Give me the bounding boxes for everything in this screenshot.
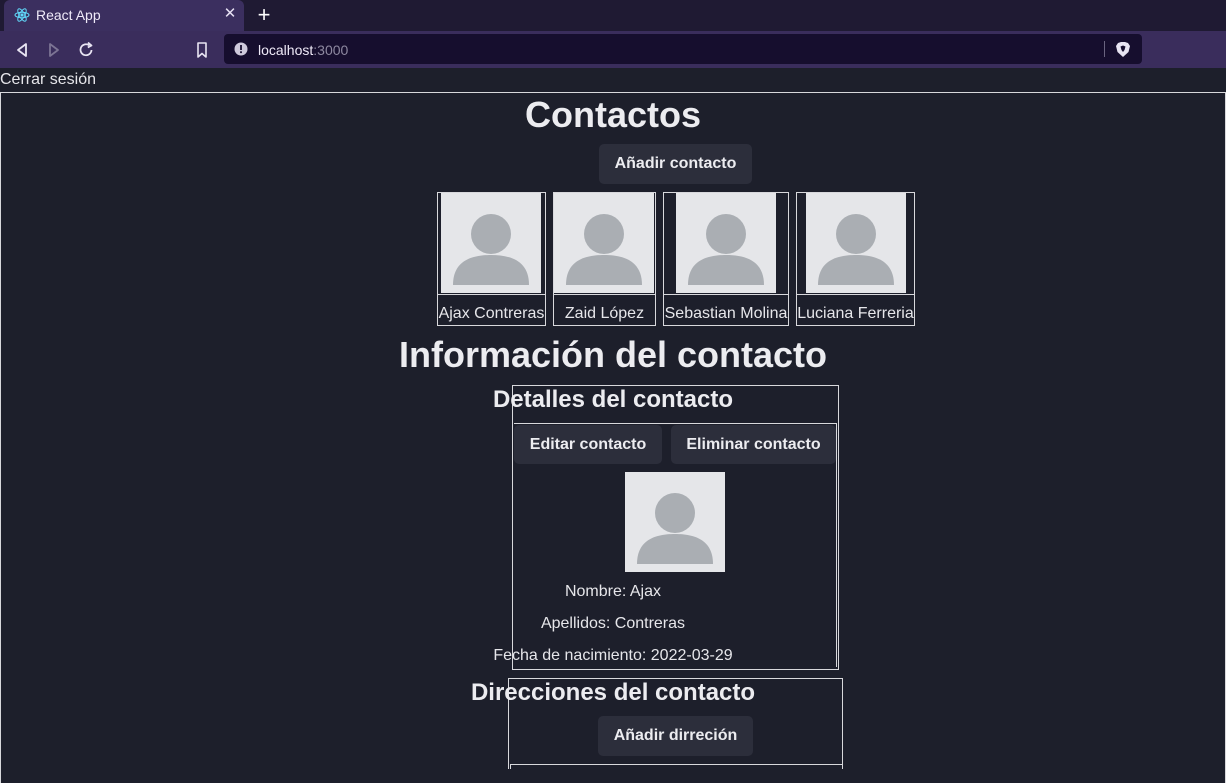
logout-link[interactable]: Cerrar sesión [0, 71, 96, 89]
tab-title: React App [36, 7, 101, 23]
user-placeholder-icon [453, 214, 529, 285]
user-placeholder-icon [688, 214, 764, 285]
avatar [554, 193, 654, 293]
contact-first-name: Nombre: Ajax [564, 583, 662, 600]
card-divider [438, 294, 545, 295]
browser-tabstrip: React App ✕ + [0, 0, 1226, 31]
user-placeholder-icon [818, 214, 894, 285]
contact-last-name: Apellidos: Contreras [540, 615, 686, 632]
card-divider [554, 294, 655, 295]
browser-tab[interactable]: React App ✕ [4, 0, 244, 31]
contact-info-heading: Información del contacto [398, 334, 828, 375]
avatar [441, 193, 541, 293]
back-icon[interactable] [12, 40, 32, 60]
delete-contact-button[interactable]: Eliminar contacto [671, 425, 836, 464]
add-address-button[interactable]: Añadir dirreción [598, 716, 753, 756]
new-tab-icon[interactable]: + [254, 4, 274, 26]
url-divider [1104, 41, 1105, 57]
avatar [676, 193, 776, 293]
forward-icon[interactable] [44, 40, 64, 60]
contact-card[interactable]: Zaid López [553, 192, 656, 326]
avatar [625, 472, 725, 572]
reload-icon[interactable] [76, 40, 96, 60]
contact-name: Sebastian Molina [664, 305, 788, 322]
site-info-icon[interactable] [234, 42, 248, 56]
contact-addresses-heading: Direcciones del contacto [470, 679, 756, 706]
contact-details-heading: Detalles del contacto [492, 386, 734, 413]
bookmark-icon[interactable] [192, 40, 212, 60]
contact-name: Zaid López [564, 305, 645, 322]
brave-shields-icon[interactable] [1115, 41, 1131, 58]
react-logo-icon [14, 8, 30, 22]
close-tab-icon[interactable]: ✕ [222, 5, 238, 23]
add-contact-button[interactable]: Añadir contacto [599, 144, 752, 184]
contact-card[interactable]: Ajax Contreras [437, 192, 546, 326]
contact-name: Ajax Contreras [438, 305, 545, 322]
card-divider [664, 294, 788, 295]
user-placeholder-icon [566, 214, 642, 285]
user-placeholder-icon [637, 493, 713, 564]
contact-card[interactable]: Sebastian Molina [663, 192, 789, 326]
contact-name: Luciana Ferreria [797, 305, 914, 322]
address-list-container [510, 764, 843, 769]
browser-toolbar: localhost:3000 [0, 31, 1226, 68]
url-text: localhost:3000 [258, 42, 349, 58]
contact-card[interactable]: Luciana Ferreria [796, 192, 915, 326]
contact-birth-date: Fecha de nacimiento: 2022-03-29 [493, 647, 733, 664]
card-divider [797, 294, 914, 295]
avatar [806, 193, 906, 293]
edit-contact-button[interactable]: Editar contacto [514, 425, 662, 464]
address-bar[interactable]: localhost:3000 [224, 34, 1142, 64]
contacts-heading: Contactos [524, 94, 701, 135]
